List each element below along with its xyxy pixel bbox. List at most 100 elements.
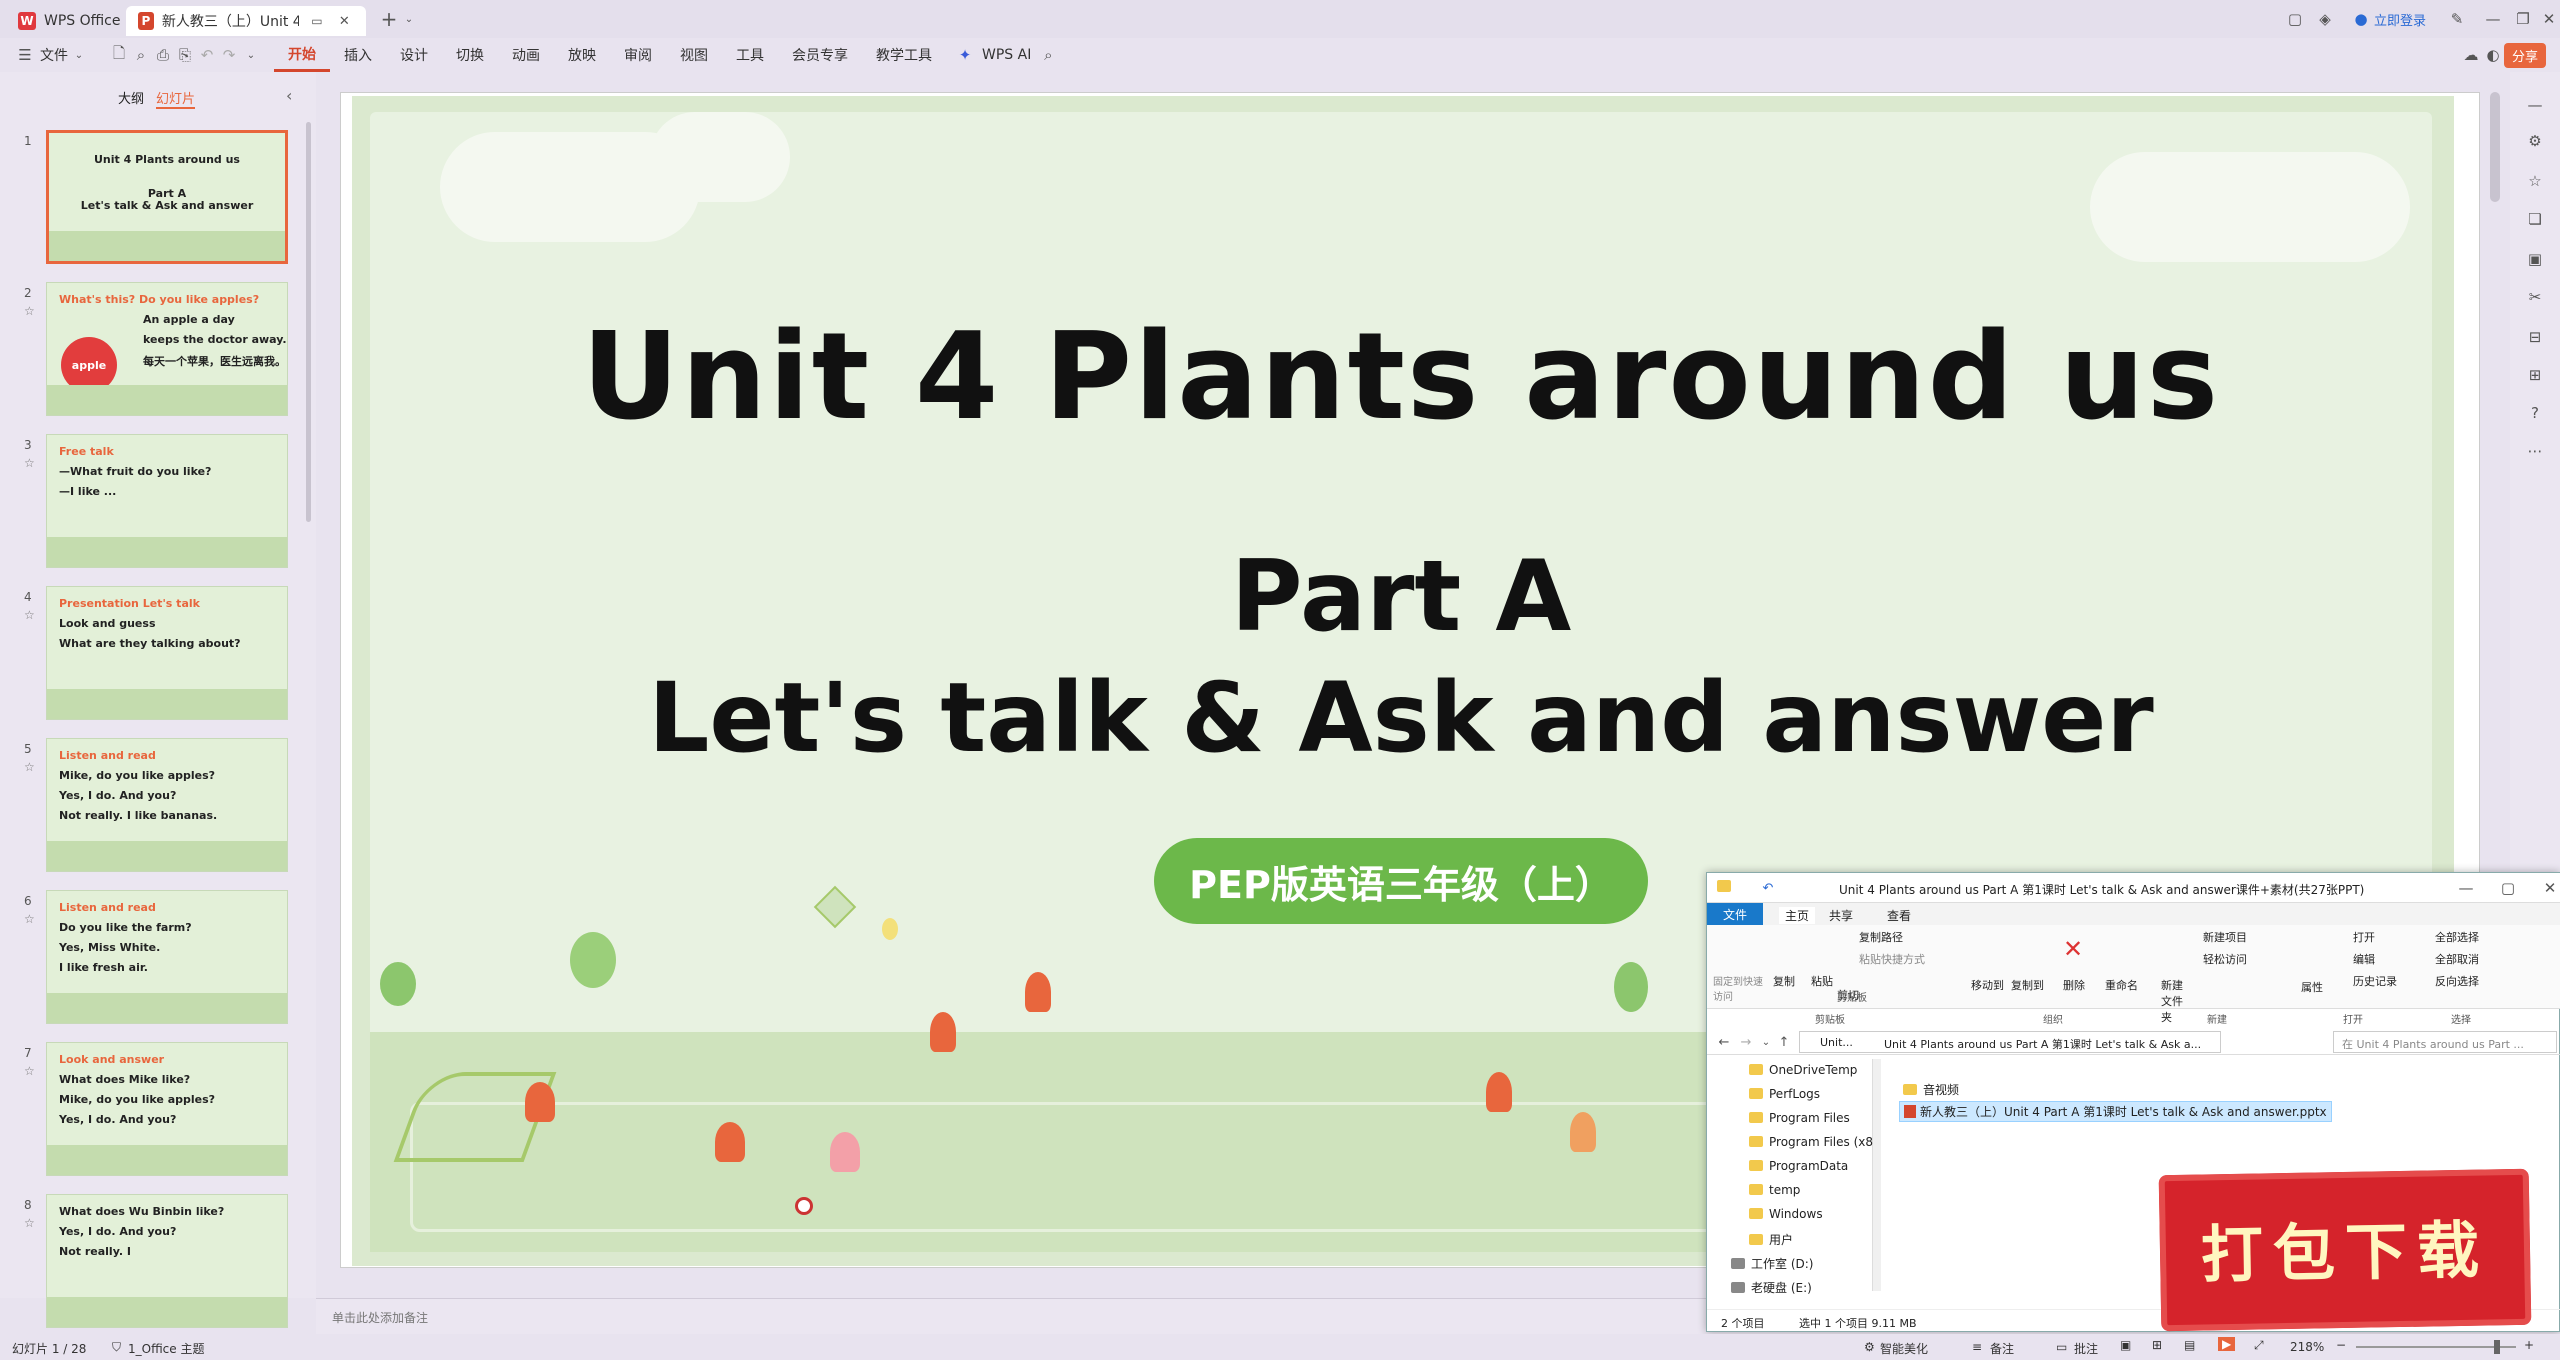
menu-tab-3[interactable]: 切换 <box>442 38 498 72</box>
scrollbar[interactable] <box>306 122 311 522</box>
chevron-down-icon[interactable]: ⌄ <box>398 8 420 30</box>
tree-item[interactable]: OneDriveTemp <box>1749 1063 1857 1077</box>
search-icon[interactable]: ⌕ <box>1037 44 1059 66</box>
star-icon[interactable]: ☆ <box>24 456 35 470</box>
select-none-button[interactable]: 全部取消 <box>2435 951 2479 967</box>
delete-button[interactable]: 删除 <box>2063 977 2085 993</box>
normal-view-icon[interactable]: ▣ <box>2120 1338 2131 1352</box>
tree-item[interactable]: 工作室 (D:) <box>1731 1255 1813 1272</box>
menu-tab-0[interactable]: 开始 <box>274 38 330 72</box>
rename-button[interactable]: 重命名 <box>2105 977 2138 993</box>
reading-view-icon[interactable]: ▤ <box>2184 1338 2195 1352</box>
zoom-slider[interactable] <box>2356 1346 2516 1348</box>
tab-slides[interactable]: 幻灯片 <box>156 88 196 109</box>
ribbon-tab-file[interactable]: 文件 <box>1707 903 1763 925</box>
minimize-icon[interactable]: — <box>2455 877 2477 899</box>
document-icon[interactable]: 🗋 <box>108 44 130 66</box>
slide-thumbnail[interactable]: Unit 4 Plants around us Part A Let's talk … <box>46 130 288 264</box>
slide-thumbnail[interactable]: Listen and read Mike, do you like apples?… <box>46 738 288 872</box>
new-item-button[interactable]: 新建项目 <box>2203 929 2247 945</box>
zoom-out-icon[interactable]: − <box>2336 1338 2346 1352</box>
ribbon-tab-share[interactable]: 共享 <box>1829 907 1853 924</box>
easy-access-button[interactable]: 轻松访问 <box>2203 951 2247 967</box>
edit-button[interactable]: 编辑 <box>2353 951 2375 967</box>
menu-tab-10[interactable]: 教学工具 <box>862 38 946 72</box>
list-item[interactable]: 音视频 <box>1903 1081 1959 1098</box>
history-button[interactable]: 历史记录 <box>2353 973 2397 989</box>
tree-item[interactable]: temp <box>1749 1183 1800 1197</box>
paste-button[interactable]: 粘贴 <box>1811 973 1833 989</box>
fit-icon[interactable]: ⤢ <box>2254 1338 2264 1353</box>
menu-tab-6[interactable]: 审阅 <box>610 38 666 72</box>
grid-view-icon[interactable]: ⊞ <box>2152 1338 2162 1352</box>
slide-thumbnail[interactable]: Listen and read Do you like the farm? Yes,… <box>46 890 288 1024</box>
scrollbar[interactable] <box>1873 1059 1881 1291</box>
menu-tab-2[interactable]: 设计 <box>386 38 442 72</box>
pin-button[interactable]: 固定到快速访问 <box>1713 973 1769 1003</box>
hamburger-icon[interactable]: ☰ <box>14 44 36 66</box>
list-item[interactable]: 新人教三（上）Unit 4 Part A 第1课时 Let's talk & A… <box>1899 1101 2332 1122</box>
theme-name[interactable]: 1_Office 主题 <box>128 1340 204 1357</box>
redo-icon[interactable]: ↷ <box>218 44 240 66</box>
tab-outline[interactable]: 大纲 <box>118 88 144 107</box>
menu-tab-8[interactable]: 工具 <box>722 38 778 72</box>
menu-tab-1[interactable]: 插入 <box>330 38 386 72</box>
beautify-button[interactable]: 智能美化 <box>1880 1340 1928 1357</box>
cube-icon[interactable]: ◈ <box>2314 8 2336 30</box>
tab-document[interactable]: P 新人教三（上）Unit 4 Part A ▭ ✕ <box>126 6 366 36</box>
zoom-level[interactable]: 218% <box>2290 1340 2324 1354</box>
star-icon[interactable]: ☆ <box>24 1064 35 1078</box>
copy-icon[interactable]: ❏ <box>2524 208 2546 230</box>
slide-title[interactable]: Unit 4 Plants around us <box>370 308 2432 447</box>
close-window-icon[interactable]: ✕ <box>2538 8 2560 30</box>
layout-icon[interactable]: ⊞ <box>2524 364 2546 386</box>
minimize-icon[interactable]: — <box>2482 8 2504 30</box>
download-package-stamp[interactable]: 打包下载 <box>2158 1168 2532 1332</box>
undo-icon[interactable]: ↶ <box>196 44 218 66</box>
share-button[interactable]: 分享 <box>2503 42 2546 68</box>
tree-item[interactable]: Program Files (x8 <box>1749 1135 1873 1149</box>
open-button[interactable]: 打开 <box>2353 929 2375 945</box>
monitor-icon[interactable]: ▭ <box>307 10 326 32</box>
print-preview-icon[interactable]: ⎘ <box>174 44 196 66</box>
star-icon[interactable]: ☆ <box>24 304 35 318</box>
star-icon[interactable]: ☆ <box>24 608 35 622</box>
print-icon[interactable]: ⎙ <box>152 44 174 66</box>
slide-thumbnail[interactable]: Free talk —What fruit do you like? —I like… <box>46 434 288 568</box>
zoom-slider-handle[interactable] <box>2494 1340 2500 1354</box>
undo-icon[interactable]: ↶ <box>1757 877 1779 899</box>
tree-item[interactable]: Program Files <box>1749 1111 1850 1125</box>
copy-path-button[interactable]: 复制路径 <box>1859 929 1903 945</box>
slide-subtitle[interactable]: Let's talk & Ask and answer <box>370 662 2432 774</box>
window-icon[interactable]: ▢ <box>2284 8 2306 30</box>
ribbon-tab-view[interactable]: 查看 <box>1887 907 1911 924</box>
menu-tab-4[interactable]: 动画 <box>498 38 554 72</box>
slide-thumbnail[interactable]: What does Wu Binbin like? Yes, I do. And … <box>46 1194 288 1328</box>
bookmark-icon[interactable]: ⊟ <box>2524 326 2546 348</box>
new-tab-icon[interactable]: + <box>378 7 400 31</box>
move-to-button[interactable]: 移动到 <box>1971 977 2004 993</box>
play-icon[interactable]: ▶ <box>2218 1337 2236 1351</box>
paste-shortcut-button[interactable]: 粘贴快捷方式 <box>1859 951 1925 967</box>
menu-tab-5[interactable]: 放映 <box>554 38 610 72</box>
invert-selection-button[interactable]: 反向选择 <box>2435 973 2479 989</box>
more-icon[interactable]: ⋯ <box>2524 440 2546 462</box>
zoom-in-icon[interactable]: + <box>2524 1338 2534 1352</box>
menu-tab-7[interactable]: 视图 <box>666 38 722 72</box>
settings-icon[interactable]: ⚙ <box>2524 130 2546 152</box>
skin-icon[interactable]: ✎ <box>2446 8 2468 30</box>
help-icon[interactable]: ? <box>2524 402 2546 424</box>
star-icon[interactable]: ☆ <box>24 760 35 774</box>
restore-icon[interactable]: ❐ <box>2512 8 2534 30</box>
tab-wps-office[interactable]: W WPS Office <box>6 6 133 36</box>
menu-wps-ai[interactable]: WPS AI <box>976 38 1037 72</box>
ribbon-tab-home[interactable]: 主页 <box>1779 907 1816 924</box>
star-icon[interactable]: ☆ <box>2524 170 2546 192</box>
menu-tab-9[interactable]: 会员专享 <box>778 38 862 72</box>
grade-badge[interactable]: PEP版英语三年级（上） <box>1154 838 1648 924</box>
tree-item[interactable]: ProgramData <box>1749 1159 1848 1173</box>
forward-icon[interactable]: → <box>1735 1031 1757 1053</box>
maximize-icon[interactable]: ▢ <box>2497 877 2519 899</box>
star-icon[interactable]: ☆ <box>24 912 35 926</box>
notes-button[interactable]: 备注 <box>1990 1340 2014 1357</box>
